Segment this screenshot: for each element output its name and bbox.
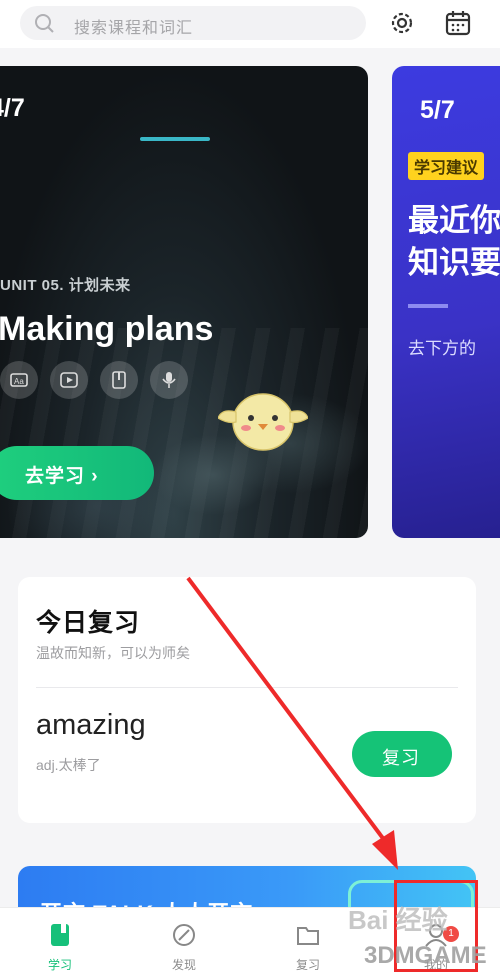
tab-discover-label: 发现 bbox=[171, 958, 196, 972]
gear-icon[interactable] bbox=[388, 9, 416, 37]
theater-background bbox=[0, 328, 368, 538]
book-icon bbox=[51, 924, 69, 946]
vocab-icon: Aa bbox=[0, 361, 38, 399]
compass-icon bbox=[173, 924, 195, 946]
suggestion-heading: 最近你 知识要 bbox=[408, 200, 500, 284]
site-watermark: 3DMGAME bbox=[364, 942, 487, 969]
search-bar[interactable]: 搜索课程和词汇 bbox=[20, 6, 366, 40]
review-word-meaning: adj.太棒了 bbox=[36, 757, 101, 773]
review-subtitle: 温故而知新，可以为师矣 bbox=[36, 645, 190, 661]
start-learning-button[interactable]: 去学习 › bbox=[0, 446, 154, 500]
daily-review-card: 今日复习 温故而知新，可以为师矣 amazing adj.太棒了 复习 bbox=[18, 577, 476, 823]
tab-study[interactable]: 学习 bbox=[20, 916, 100, 974]
review-word: amazing bbox=[36, 709, 146, 741]
svg-text:Aa: Aa bbox=[14, 377, 24, 386]
start-learning-label: 去学习 › bbox=[25, 466, 99, 487]
suggestion-line-1: 最近你 bbox=[408, 203, 500, 238]
calendar-icon[interactable] bbox=[444, 9, 472, 37]
review-button-label: 复习 bbox=[382, 748, 420, 768]
review-title: 今日复习 bbox=[36, 609, 141, 637]
baidu-watermark: Bai 经验 bbox=[348, 905, 448, 935]
tab-discover[interactable]: 发现 bbox=[144, 916, 224, 974]
mic-icon bbox=[150, 361, 188, 399]
tab-review-label: 复习 bbox=[295, 958, 320, 972]
suggestion-badge: 学习建议 bbox=[408, 152, 485, 180]
tab-review[interactable]: 复习 bbox=[268, 916, 348, 974]
search-icon bbox=[35, 14, 54, 33]
tab-study-label: 学习 bbox=[47, 958, 72, 972]
card-counter: 4/7 bbox=[0, 94, 25, 122]
card-counter: 5/7 bbox=[420, 96, 455, 124]
suggestion-card[interactable]: 5/7 学习建议 最近你 知识要 去下方的 bbox=[392, 66, 500, 538]
card-accent-bar bbox=[140, 137, 210, 141]
review-button[interactable]: 复习 bbox=[352, 731, 452, 777]
unit-label: UNIT 05. 计划未来 bbox=[0, 277, 131, 294]
video-icon bbox=[50, 361, 88, 399]
course-card[interactable]: 4/7 UNIT 05. 计划未来 Making plans Aa 去学习 › bbox=[0, 66, 368, 538]
top-bar: 搜索课程和词汇 bbox=[0, 0, 500, 48]
suggestion-subtitle: 去下方的 bbox=[408, 339, 476, 358]
divider bbox=[36, 687, 458, 688]
suggestion-line-2: 知识要 bbox=[408, 245, 500, 280]
folder-icon bbox=[297, 927, 319, 945]
course-title: Making plans bbox=[0, 310, 214, 348]
book-icon bbox=[100, 361, 138, 399]
chick-mascot-icon bbox=[218, 393, 308, 451]
suggestion-divider bbox=[408, 304, 448, 308]
search-placeholder: 搜索课程和词汇 bbox=[74, 20, 194, 37]
